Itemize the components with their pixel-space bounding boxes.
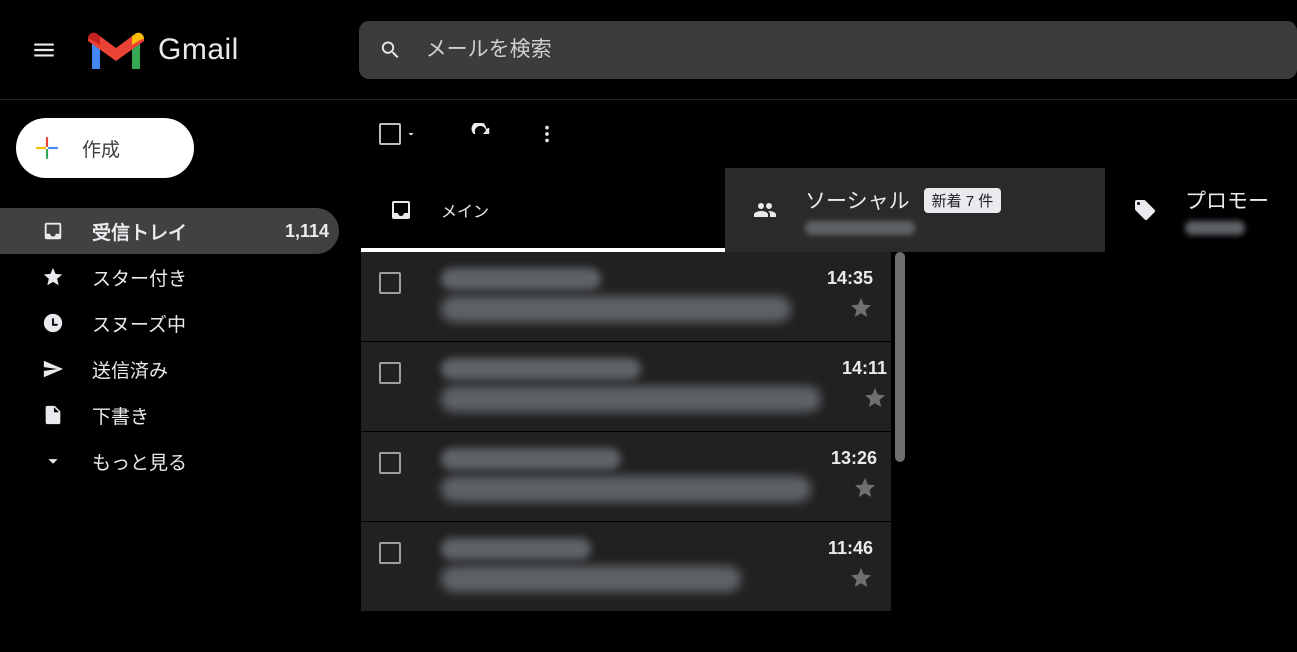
tab-primary[interactable]: メイン: [361, 168, 725, 252]
sidebar-item-label: 受信トレイ: [92, 218, 285, 245]
star-button[interactable]: [815, 476, 895, 505]
scrollbar[interactable]: [895, 252, 905, 462]
thread-checkbox[interactable]: [379, 448, 437, 505]
hamburger-icon: [31, 37, 57, 63]
search-input[interactable]: [426, 38, 1277, 62]
category-tabs: メイン ソーシャル 新着 7 件 プロモー: [361, 168, 1297, 252]
mail-toolbar: [361, 100, 1297, 168]
thread-area: 14:3514:1113:2611:46: [361, 252, 1297, 612]
sidebar-item-sent[interactable]: 送信済み: [0, 346, 339, 392]
sidebar-item-label: 下書き: [92, 402, 339, 429]
more-button[interactable]: [523, 110, 571, 158]
sidebar-nav: 受信トレイ 1,114 スター付き スヌーズ中 送信済み 下書き もっと見: [0, 208, 361, 484]
sidebar-item-starred[interactable]: スター付き: [0, 254, 339, 300]
thread-subject-redacted: [441, 566, 741, 592]
tab-social[interactable]: ソーシャル 新着 7 件: [725, 168, 1105, 252]
plus-icon: [34, 135, 60, 161]
thread-time: 14:11: [825, 358, 905, 380]
sidebar-item-label: もっと見る: [92, 448, 339, 475]
tab-promotions[interactable]: プロモー: [1105, 168, 1297, 252]
checkbox-icon: [379, 362, 401, 384]
thread-subject-redacted: [441, 386, 821, 412]
new-badge: 新着 7 件: [924, 188, 1002, 213]
compose-label: 作成: [82, 135, 120, 162]
empty-pane: [921, 252, 1297, 612]
send-icon: [42, 358, 64, 380]
sidebar-item-snoozed[interactable]: スヌーズ中: [0, 300, 339, 346]
star-outline-icon: [849, 566, 873, 595]
star-outline-icon: [849, 296, 873, 325]
refresh-button[interactable]: [457, 110, 505, 158]
people-icon: [753, 198, 777, 222]
star-button[interactable]: [811, 566, 891, 595]
sidebar-item-drafts[interactable]: 下書き: [0, 392, 339, 438]
file-icon: [42, 404, 64, 426]
thread-row[interactable]: 11:46: [361, 522, 891, 612]
clock-icon: [42, 312, 64, 334]
sidebar-item-inbox[interactable]: 受信トレイ 1,114: [0, 208, 339, 254]
star-outline-icon: [863, 386, 887, 415]
inbox-icon: [42, 220, 64, 242]
thread-time: 14:35: [811, 268, 891, 290]
thread-checkbox[interactable]: [379, 538, 437, 595]
sidebar: 作成 受信トレイ 1,114 スター付き スヌーズ中 送信済み 下: [0, 100, 361, 652]
sidebar-item-label: 送信済み: [92, 356, 339, 383]
tab-label: メイン: [441, 198, 489, 222]
thread-sender-redacted: [441, 538, 591, 560]
sidebar-item-label: スター付き: [92, 264, 339, 291]
thread-row[interactable]: 14:35: [361, 252, 891, 342]
thread-sender-redacted: [441, 358, 641, 380]
inbox-count: 1,114: [285, 221, 329, 242]
sidebar-item-more[interactable]: もっと見る: [0, 438, 339, 484]
select-all-checkbox[interactable]: [379, 123, 417, 145]
star-outline-icon: [853, 476, 877, 505]
tab-label: ソーシャル: [805, 185, 910, 215]
compose-button[interactable]: 作成: [16, 118, 194, 178]
mail-main: メイン ソーシャル 新着 7 件 プロモー: [361, 100, 1297, 652]
thread-subject-redacted: [441, 296, 791, 322]
star-icon: [42, 266, 64, 288]
hamburger-menu-button[interactable]: [20, 26, 68, 74]
chevron-down-icon: [42, 450, 64, 472]
search-icon: [379, 38, 402, 62]
thread-subject-redacted: [441, 476, 811, 502]
star-button[interactable]: [825, 386, 905, 415]
sidebar-item-label: スヌーズ中: [92, 310, 339, 337]
thread-row[interactable]: 13:26: [361, 432, 891, 522]
thread-time: 13:26: [815, 448, 895, 470]
thread-checkbox[interactable]: [379, 268, 437, 325]
more-vertical-icon: [536, 123, 558, 145]
gmail-logo[interactable]: Gmail: [88, 29, 239, 71]
checkbox-icon: [379, 542, 401, 564]
tab-preview-redacted: [1185, 221, 1245, 235]
star-button[interactable]: [811, 296, 891, 325]
app-header: Gmail: [0, 0, 1297, 100]
tag-icon: [1133, 198, 1157, 222]
app-name: Gmail: [158, 33, 239, 67]
refresh-icon: [470, 123, 492, 145]
checkbox-icon: [379, 452, 401, 474]
thread-time: 11:46: [811, 538, 891, 560]
thread-checkbox[interactable]: [379, 358, 437, 415]
thread-sender-redacted: [441, 448, 621, 470]
checkbox-icon: [379, 123, 401, 145]
gmail-m-icon: [88, 29, 144, 71]
checkbox-icon: [379, 272, 401, 294]
chevron-down-icon[interactable]: [405, 128, 417, 140]
search-bar[interactable]: [359, 21, 1297, 79]
thread-list[interactable]: 14:35 14:1113:26 11:46: [361, 252, 891, 612]
tab-preview-redacted: [805, 221, 915, 235]
inbox-icon: [389, 198, 413, 222]
thread-row[interactable]: 14:11: [361, 342, 891, 432]
tab-label: プロモー: [1185, 185, 1269, 215]
thread-sender-redacted: [441, 268, 601, 290]
